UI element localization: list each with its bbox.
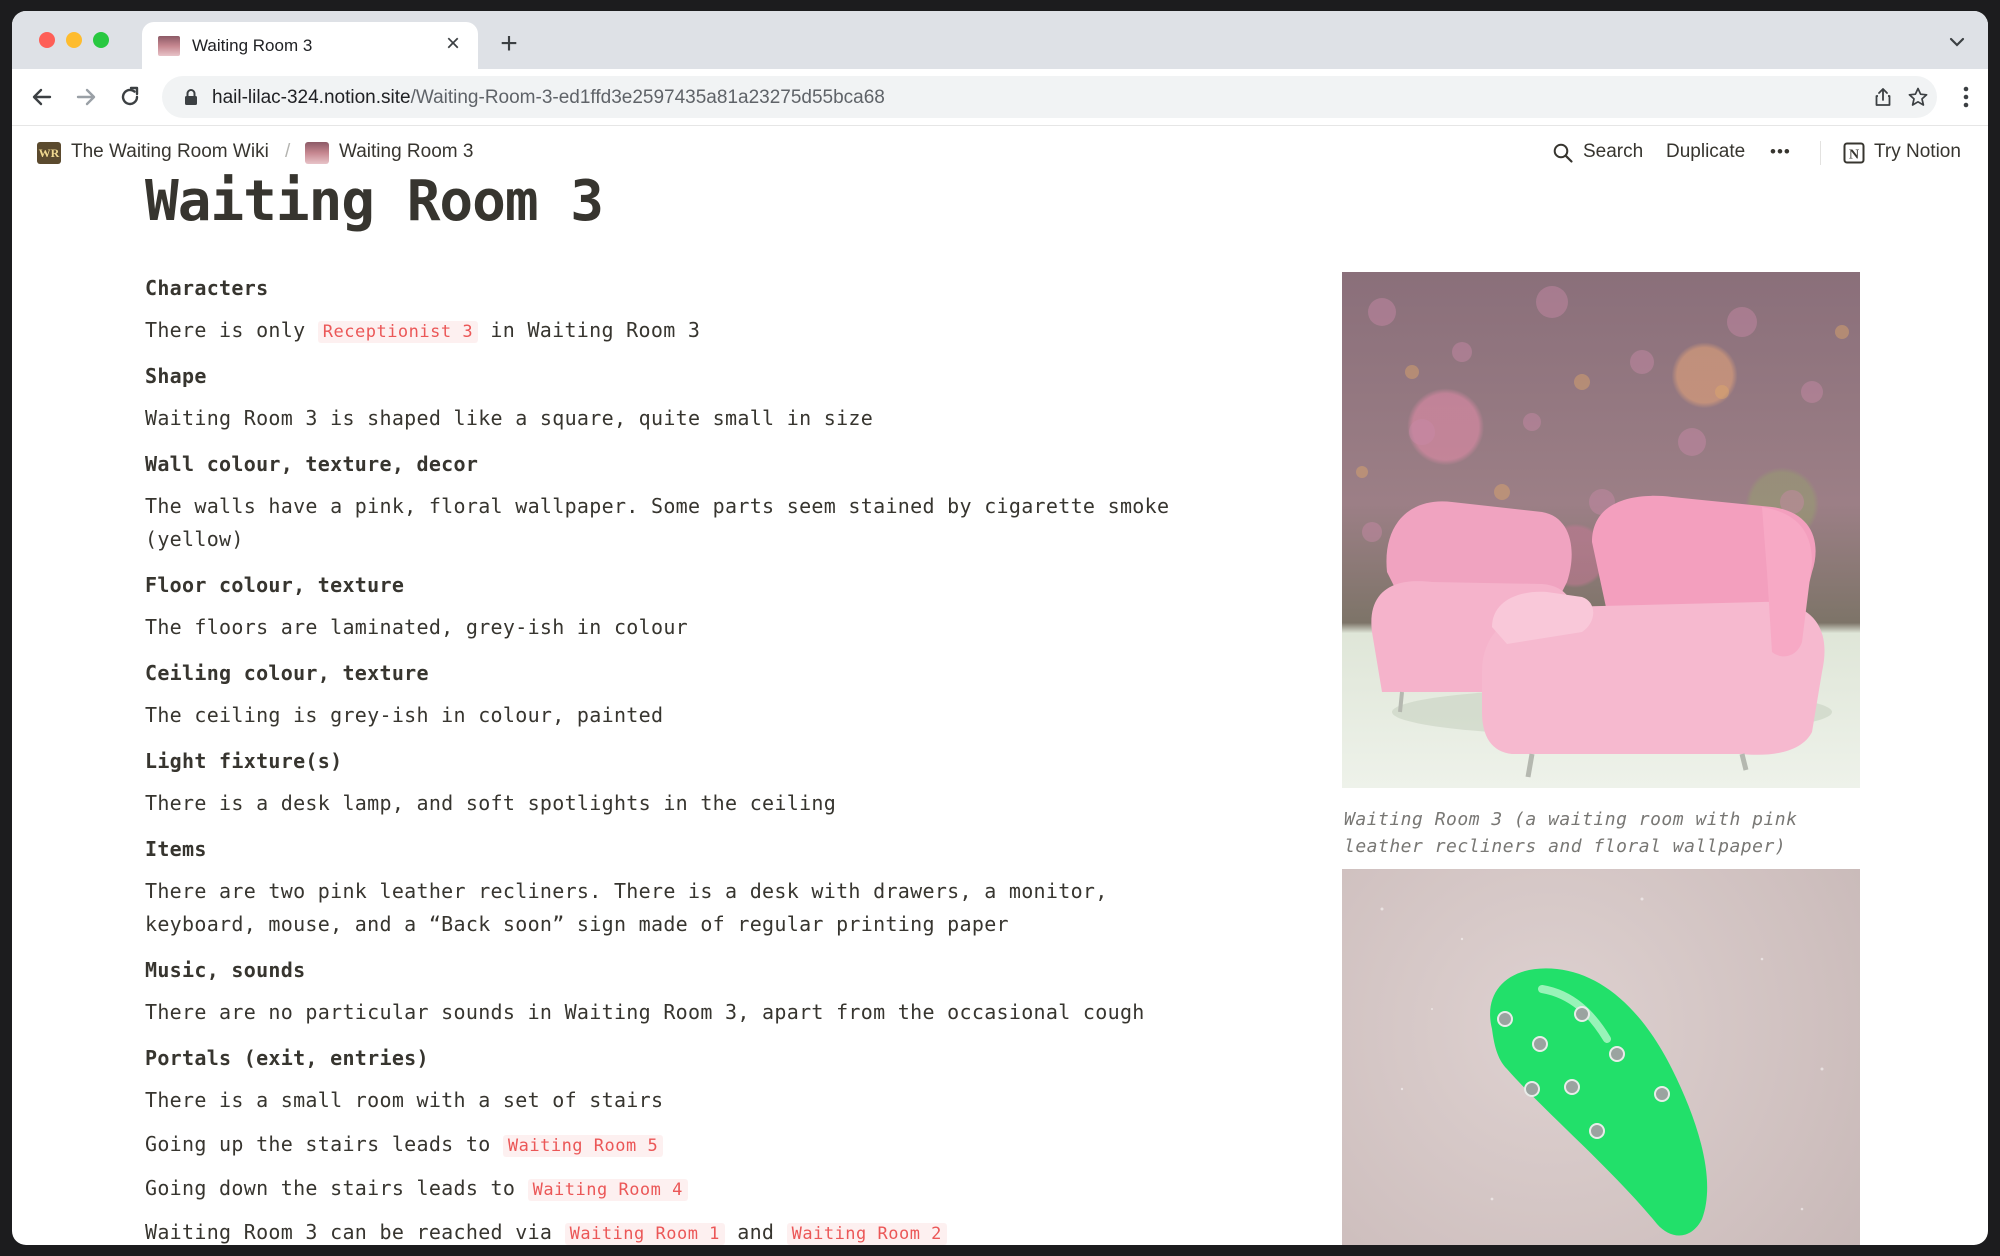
floor-text: The floors are laminated, grey-ish in co… xyxy=(145,615,689,639)
shape-text: Waiting Room 3 is shaped like a square, … xyxy=(145,406,874,430)
items-text-line2: keyboard, mouse, and a “Back soon” sign … xyxy=(145,912,1009,936)
minimize-window-button[interactable] xyxy=(66,32,82,48)
recliners-image-caption: Waiting Room 3 (a waiting room with pink… xyxy=(1344,809,1798,857)
mention-waiting-room-4[interactable]: Waiting Room 4 xyxy=(527,1179,688,1201)
wiki-logo-icon: WR xyxy=(37,142,61,164)
green-nail-illustration xyxy=(1380,897,1824,1236)
new-tab-plus-icon[interactable]: + xyxy=(494,29,524,59)
portals-via-text: Waiting Room 3 can be reached via Waitin… xyxy=(145,1216,947,1245)
reload-icon[interactable] xyxy=(116,83,144,111)
chevron-down-icon[interactable] xyxy=(1946,31,1968,53)
portals-via-pre: Waiting Room 3 can be reached via xyxy=(145,1220,565,1244)
portals-up-pre: Going up the stairs leads to xyxy=(145,1132,503,1156)
url-path: /Waiting-Room-3-ed1ffd3e2597435a81a23275… xyxy=(410,87,885,108)
recliners-illustration xyxy=(1356,286,1849,778)
heading-floor: Floor colour, texture xyxy=(145,573,405,597)
topbar-divider xyxy=(1820,141,1821,165)
heading-characters: Characters xyxy=(145,276,269,300)
heading-shape: Shape xyxy=(145,364,207,388)
portals-down-pre: Going down the stairs leads to xyxy=(145,1176,528,1200)
heading-portals: Portals (exit, entries) xyxy=(145,1046,429,1070)
page-title: Waiting Room 3 xyxy=(145,169,604,234)
share-icon[interactable] xyxy=(1872,86,1894,108)
mention-waiting-room-1[interactable]: Waiting Room 1 xyxy=(564,1223,725,1245)
items-text-line1: There are two pink leather recliners. Th… xyxy=(145,879,1108,903)
mention-receptionist-3[interactable]: Receptionist 3 xyxy=(317,321,479,343)
ceiling-text: The ceiling is grey-ish in colour, paint… xyxy=(145,703,664,727)
heading-wall: Wall colour, texture, decor xyxy=(145,452,479,476)
mention-waiting-room-2[interactable]: Waiting Room 2 xyxy=(786,1223,947,1245)
lock-icon[interactable] xyxy=(184,88,198,106)
light-text: There is a desk lamp, and soft spotlight… xyxy=(145,791,837,815)
tab-title: Waiting Room 3 xyxy=(192,36,313,55)
breadcrumb-page[interactable]: Waiting Room 3 xyxy=(339,141,473,163)
heading-music: Music, sounds xyxy=(145,958,306,982)
portals-up-text: Going up the stairs leads to Waiting Roo… xyxy=(145,1128,664,1163)
music-text: There are no particular sounds in Waitin… xyxy=(145,1000,1145,1024)
characters-text-post: in Waiting Room 3 xyxy=(478,318,701,342)
bookmark-star-icon[interactable] xyxy=(1907,86,1929,108)
duplicate-button[interactable]: Duplicate xyxy=(1666,141,1745,163)
heading-light-fixtures: Light fixture(s) xyxy=(145,749,343,773)
url-text[interactable]: hail-lilac-324.notion.site/Waiting-Room-… xyxy=(212,87,885,109)
search-button[interactable]: Search xyxy=(1583,141,1643,163)
forward-arrow-icon[interactable] xyxy=(72,83,100,111)
characters-text-pre: There is only xyxy=(145,318,318,342)
tab-bar: Waiting Room 3 × + xyxy=(12,11,1988,69)
back-arrow-icon[interactable] xyxy=(28,83,56,111)
close-window-button[interactable] xyxy=(39,32,55,48)
maximize-window-button[interactable] xyxy=(93,32,109,48)
page-thumbnail-icon xyxy=(305,142,329,164)
more-options-icon[interactable]: ••• xyxy=(1770,142,1791,162)
portals-down-text: Going down the stairs leads to Waiting R… xyxy=(145,1172,688,1207)
heading-items: Items xyxy=(145,837,207,861)
address-bar[interactable]: hail-lilac-324.notion.site/Waiting-Room-… xyxy=(162,76,1937,118)
portals-via-and: and xyxy=(724,1220,787,1244)
tab-close-icon[interactable]: × xyxy=(440,31,466,57)
svg-text:N: N xyxy=(1849,148,1859,163)
try-notion-button[interactable]: Try Notion xyxy=(1874,141,1961,163)
search-icon[interactable] xyxy=(1552,142,1574,164)
breadcrumb-wiki[interactable]: The Waiting Room Wiki xyxy=(71,141,269,163)
browser-toolbar: hail-lilac-324.notion.site/Waiting-Room-… xyxy=(12,69,1988,126)
url-host: hail-lilac-324.notion.site xyxy=(212,87,411,108)
portals-text-line1: There is a small room with a set of stai… xyxy=(145,1088,664,1112)
notion-logo-icon[interactable]: N xyxy=(1842,141,1866,165)
breadcrumb-separator: / xyxy=(285,141,291,162)
green-nail-image[interactable] xyxy=(1342,869,1860,1245)
wall-text-line2: (yellow) xyxy=(145,527,244,551)
mention-waiting-room-5[interactable]: Waiting Room 5 xyxy=(502,1135,664,1157)
tab-favicon-icon xyxy=(158,36,180,56)
browser-window: Waiting Room 3 × + hail-lilac-324.notion… xyxy=(12,11,1988,1245)
browser-menu-icon[interactable] xyxy=(1962,83,1970,111)
recliners-image[interactable] xyxy=(1342,272,1860,788)
browser-tab[interactable]: Waiting Room 3 × xyxy=(142,22,478,69)
wall-text-line1: The walls have a pink, floral wallpaper.… xyxy=(145,494,1170,518)
heading-ceiling: Ceiling colour, texture xyxy=(145,661,429,685)
characters-text: There is only Receptionist 3 in Waiting … xyxy=(145,314,700,349)
